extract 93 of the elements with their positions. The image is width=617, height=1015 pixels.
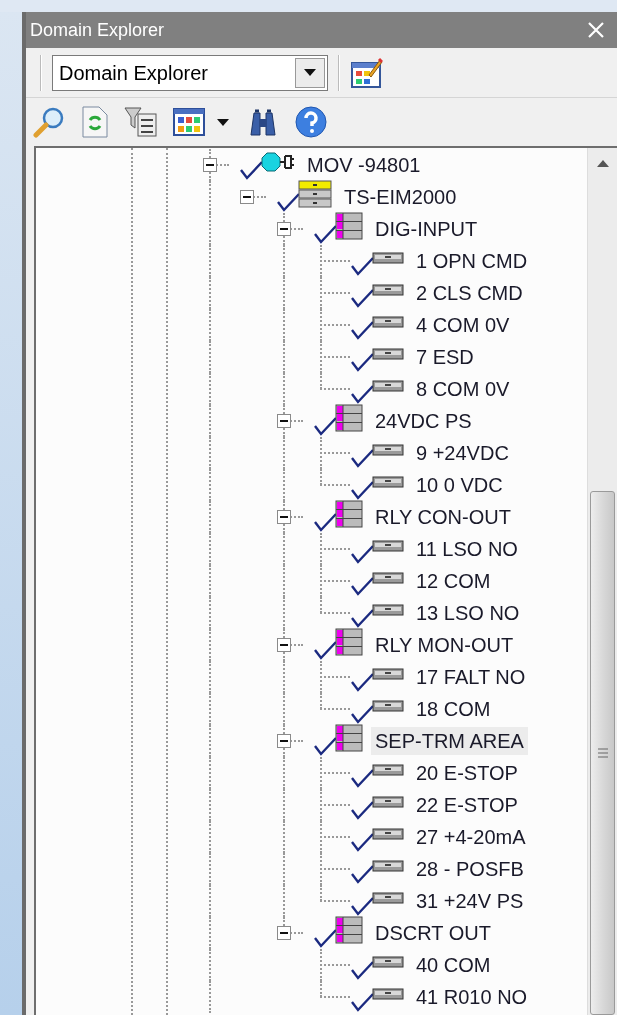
tree-item[interactable]: 8 COM 0V (412, 375, 514, 403)
tree-item[interactable]: 17 FALT NO (412, 663, 530, 691)
grid-button[interactable] (172, 105, 206, 139)
collapse-toggle[interactable] (277, 510, 291, 524)
minus-icon (280, 225, 288, 233)
caret-icon (217, 118, 229, 126)
collapse-toggle[interactable] (277, 926, 291, 940)
terminal-icon (372, 539, 404, 553)
terminal-icon (372, 283, 404, 297)
tree-item[interactable]: 13 LSO NO (412, 599, 524, 627)
dropdown-button[interactable] (295, 57, 325, 88)
collapse-toggle[interactable] (277, 222, 291, 236)
color-grid-icon (173, 108, 205, 136)
terminal-icon (372, 891, 404, 905)
help-icon (295, 106, 327, 138)
scrollbar[interactable] (587, 148, 617, 1015)
tree-item[interactable]: 40 COM (412, 951, 495, 979)
card-group-icon (335, 628, 363, 656)
tree-item[interactable]: 18 COM (412, 695, 495, 723)
minus-icon (280, 929, 288, 937)
terminal-icon (372, 603, 404, 617)
tree-item[interactable]: 22 E-STOP (412, 791, 522, 819)
binoculars-icon (247, 107, 279, 137)
tree-item[interactable]: 12 COM (412, 567, 495, 595)
tree-item[interactable]: DIG-INPUT (371, 215, 482, 243)
terminal-icon (372, 987, 404, 1001)
minus-icon (243, 193, 251, 201)
terminal-icon (372, 955, 404, 969)
terminal-icon (372, 699, 404, 713)
tree-item[interactable]: 9 +24VDC (412, 439, 513, 467)
view-select[interactable]: Domain Explorer (52, 54, 328, 91)
tree-item[interactable]: 28 - POSFB (412, 855, 528, 883)
terminal-icon (372, 475, 404, 489)
tree-item[interactable]: 31 +24V PS (412, 887, 528, 915)
minus-icon (280, 513, 288, 521)
terminal-icon (372, 347, 404, 361)
tree-item[interactable]: 7 ESD (412, 343, 478, 371)
refresh-button[interactable] (80, 105, 110, 139)
card-group-icon (335, 916, 363, 944)
minus-icon (206, 161, 214, 169)
search-button[interactable] (32, 105, 66, 139)
tree-item[interactable]: 2 CLS CMD (412, 279, 527, 307)
terminal-icon (372, 795, 404, 809)
collapse-toggle[interactable] (277, 734, 291, 748)
tree-item[interactable]: 27 +4-20mA (412, 823, 530, 851)
tree-item[interactable]: 11 LSO NO (412, 535, 522, 563)
device-icon (261, 150, 295, 174)
tree-item[interactable]: MOV -94801 (303, 151, 425, 179)
terminal-icon (372, 763, 404, 777)
card-group-icon (335, 724, 363, 752)
terminal-icon (372, 443, 404, 457)
collapse-toggle[interactable] (203, 158, 217, 172)
card-group-icon (335, 404, 363, 432)
terminal-icon (372, 571, 404, 585)
tree-item[interactable]: SEP-TRM AREA (371, 727, 528, 755)
filter-list-icon (124, 106, 158, 138)
tree-item[interactable]: RLY CON-OUT (371, 503, 515, 531)
card-group-icon (335, 500, 363, 528)
edit-table-button[interactable] (350, 55, 384, 90)
tree-item[interactable]: 4 COM 0V (412, 311, 514, 339)
caret-icon (304, 69, 316, 76)
collapse-toggle[interactable] (277, 414, 291, 428)
table-pencil-icon (351, 56, 383, 89)
terminal-icon (372, 859, 404, 873)
filter-button[interactable] (124, 105, 158, 139)
terminal-icon (372, 827, 404, 841)
rack-module-icon (298, 180, 332, 208)
minus-icon (280, 641, 288, 649)
scrollbar-thumb[interactable] (590, 491, 615, 1015)
minus-icon (280, 737, 288, 745)
tree-item[interactable]: RLY MON-OUT (371, 631, 518, 659)
grip-icon (596, 748, 609, 758)
tree-item[interactable]: DSCRT OUT (371, 919, 495, 947)
terminal-icon (372, 315, 404, 329)
close-icon (587, 21, 605, 39)
help-button[interactable] (294, 105, 328, 139)
terminal-icon (372, 667, 404, 681)
tree-item[interactable]: 20 E-STOP (412, 759, 522, 787)
tree-item[interactable]: TS-EIM2000 (340, 183, 461, 211)
window-title: Domain Explorer (30, 18, 165, 42)
tree-item[interactable]: 1 OPN CMD (412, 247, 532, 275)
tree-item[interactable]: 41 R010 NO (412, 983, 532, 1011)
terminal-icon (372, 251, 404, 265)
search-icon (33, 106, 65, 138)
terminal-icon (372, 379, 404, 393)
refresh-document-icon (82, 106, 108, 138)
up-arrow-icon (596, 159, 609, 167)
tree-item[interactable]: 10 0 VDC (412, 471, 507, 499)
tree-item[interactable]: 24VDC PS (371, 407, 476, 435)
minus-icon (280, 417, 288, 425)
collapse-toggle[interactable] (240, 190, 254, 204)
card-group-icon (335, 212, 363, 240)
collapse-toggle[interactable] (277, 638, 291, 652)
